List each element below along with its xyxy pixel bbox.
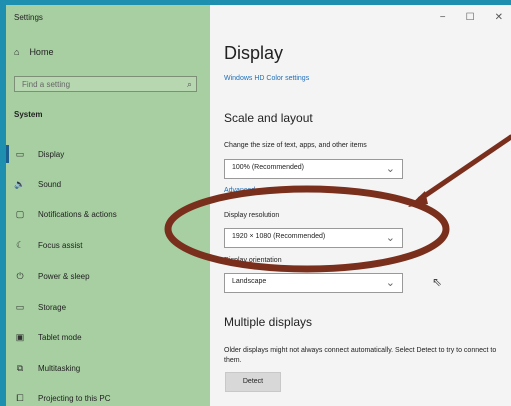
- display-settings-panel: − ☐ ✕ Display Windows HD Color settings …: [210, 5, 511, 406]
- power-icon: ⏻: [16, 270, 24, 281]
- system-heading: System: [14, 110, 43, 119]
- chevron-down-icon: ⌄: [385, 232, 395, 244]
- multiple-displays-heading: Multiple displays: [224, 315, 313, 329]
- chevron-down-icon: ⌄: [385, 163, 395, 175]
- multiple-displays-text: Older displays might not always connect …: [224, 347, 497, 364]
- orientation-value: Landscape: [232, 278, 267, 285]
- sidebar-item-sound[interactable]: 🔊 Sound: [14, 175, 204, 193]
- notifications-icon: ▢: [15, 208, 25, 219]
- window-controls: − ☐ ✕: [440, 12, 503, 23]
- close-icon[interactable]: ✕: [495, 12, 503, 23]
- tablet-icon: ▣: [15, 331, 25, 342]
- scale-layout-heading: Scale and layout: [224, 111, 313, 125]
- chevron-down-icon: ⌄: [385, 277, 395, 289]
- search-placeholder: Find a setting: [22, 80, 71, 89]
- scale-dropdown[interactable]: 100% (Recommended) ⌄: [224, 159, 403, 179]
- hd-color-link[interactable]: Windows HD Color settings: [224, 75, 309, 82]
- project-icon: ⧠: [16, 392, 24, 403]
- mouse-cursor-icon: ⇖: [432, 275, 443, 289]
- sidebar-item-focus-assist[interactable]: ☾ Focus assist: [14, 236, 204, 254]
- sidebar: Settings ⌂ Home Find a setting ⌕ System …: [6, 5, 210, 406]
- storage-icon: ▭: [15, 301, 25, 312]
- settings-search[interactable]: Find a setting ⌕: [14, 76, 197, 92]
- sidebar-item-projecting[interactable]: ⧠ Projecting to this PC: [14, 389, 204, 406]
- home-label: Home: [29, 47, 54, 57]
- sidebar-item-tablet-mode[interactable]: ▣ Tablet mode: [14, 328, 204, 346]
- resolution-label: Display resolution: [224, 212, 280, 219]
- sidebar-item-display[interactable]: ▭ Display: [14, 145, 204, 163]
- display-icon: ▭: [15, 148, 25, 159]
- page-title: Display: [224, 43, 284, 63]
- sound-icon: 🔊: [14, 178, 26, 189]
- sidebar-item-label: Notifications & actions: [38, 209, 117, 219]
- advanced-scaling-link[interactable]: Advanced: [224, 187, 255, 194]
- window-title: Settings: [14, 13, 43, 22]
- multitasking-icon: ⧉: [16, 362, 24, 373]
- search-icon: ⌕: [186, 79, 192, 89]
- sidebar-item-label: Multitasking: [38, 363, 81, 373]
- sidebar-item-label: Power & sleep: [38, 271, 90, 281]
- sidebar-item-label: Tablet mode: [38, 332, 82, 342]
- orientation-label: Display orientation: [224, 257, 282, 264]
- sidebar-item-label: Display: [38, 149, 65, 159]
- orientation-dropdown[interactable]: Landscape ⌄: [224, 273, 403, 293]
- sidebar-item-label: Projecting to this PC: [38, 393, 111, 403]
- sidebar-item-label: Sound: [38, 179, 62, 189]
- home-icon: ⌂: [14, 47, 20, 57]
- resolution-value: 1920 × 1080 (Recommended): [232, 233, 326, 240]
- sidebar-item-power-sleep[interactable]: ⏻ Power & sleep: [14, 267, 204, 285]
- scale-value: 100% (Recommended): [232, 164, 304, 171]
- settings-window: Settings ⌂ Home Find a setting ⌕ System …: [6, 5, 511, 406]
- active-selection-indicator: [6, 145, 9, 163]
- sidebar-item-notifications[interactable]: ▢ Notifications & actions: [14, 205, 204, 223]
- sidebar-item-storage[interactable]: ▭ Storage: [14, 298, 204, 316]
- sidebar-item-label: Focus assist: [38, 240, 83, 250]
- scale-label: Change the size of text, apps, and other…: [224, 142, 367, 149]
- resolution-dropdown[interactable]: 1920 × 1080 (Recommended) ⌄: [224, 228, 403, 248]
- sidebar-item-label: Storage: [38, 302, 67, 312]
- sidebar-item-multitasking[interactable]: ⧉ Multitasking: [14, 359, 204, 377]
- detect-button[interactable]: Detect: [225, 372, 281, 392]
- maximize-icon[interactable]: ☐: [466, 12, 475, 23]
- home-nav[interactable]: ⌂ Home: [14, 47, 53, 57]
- focus-icon: ☾: [15, 239, 25, 250]
- minimize-icon[interactable]: −: [440, 12, 446, 23]
